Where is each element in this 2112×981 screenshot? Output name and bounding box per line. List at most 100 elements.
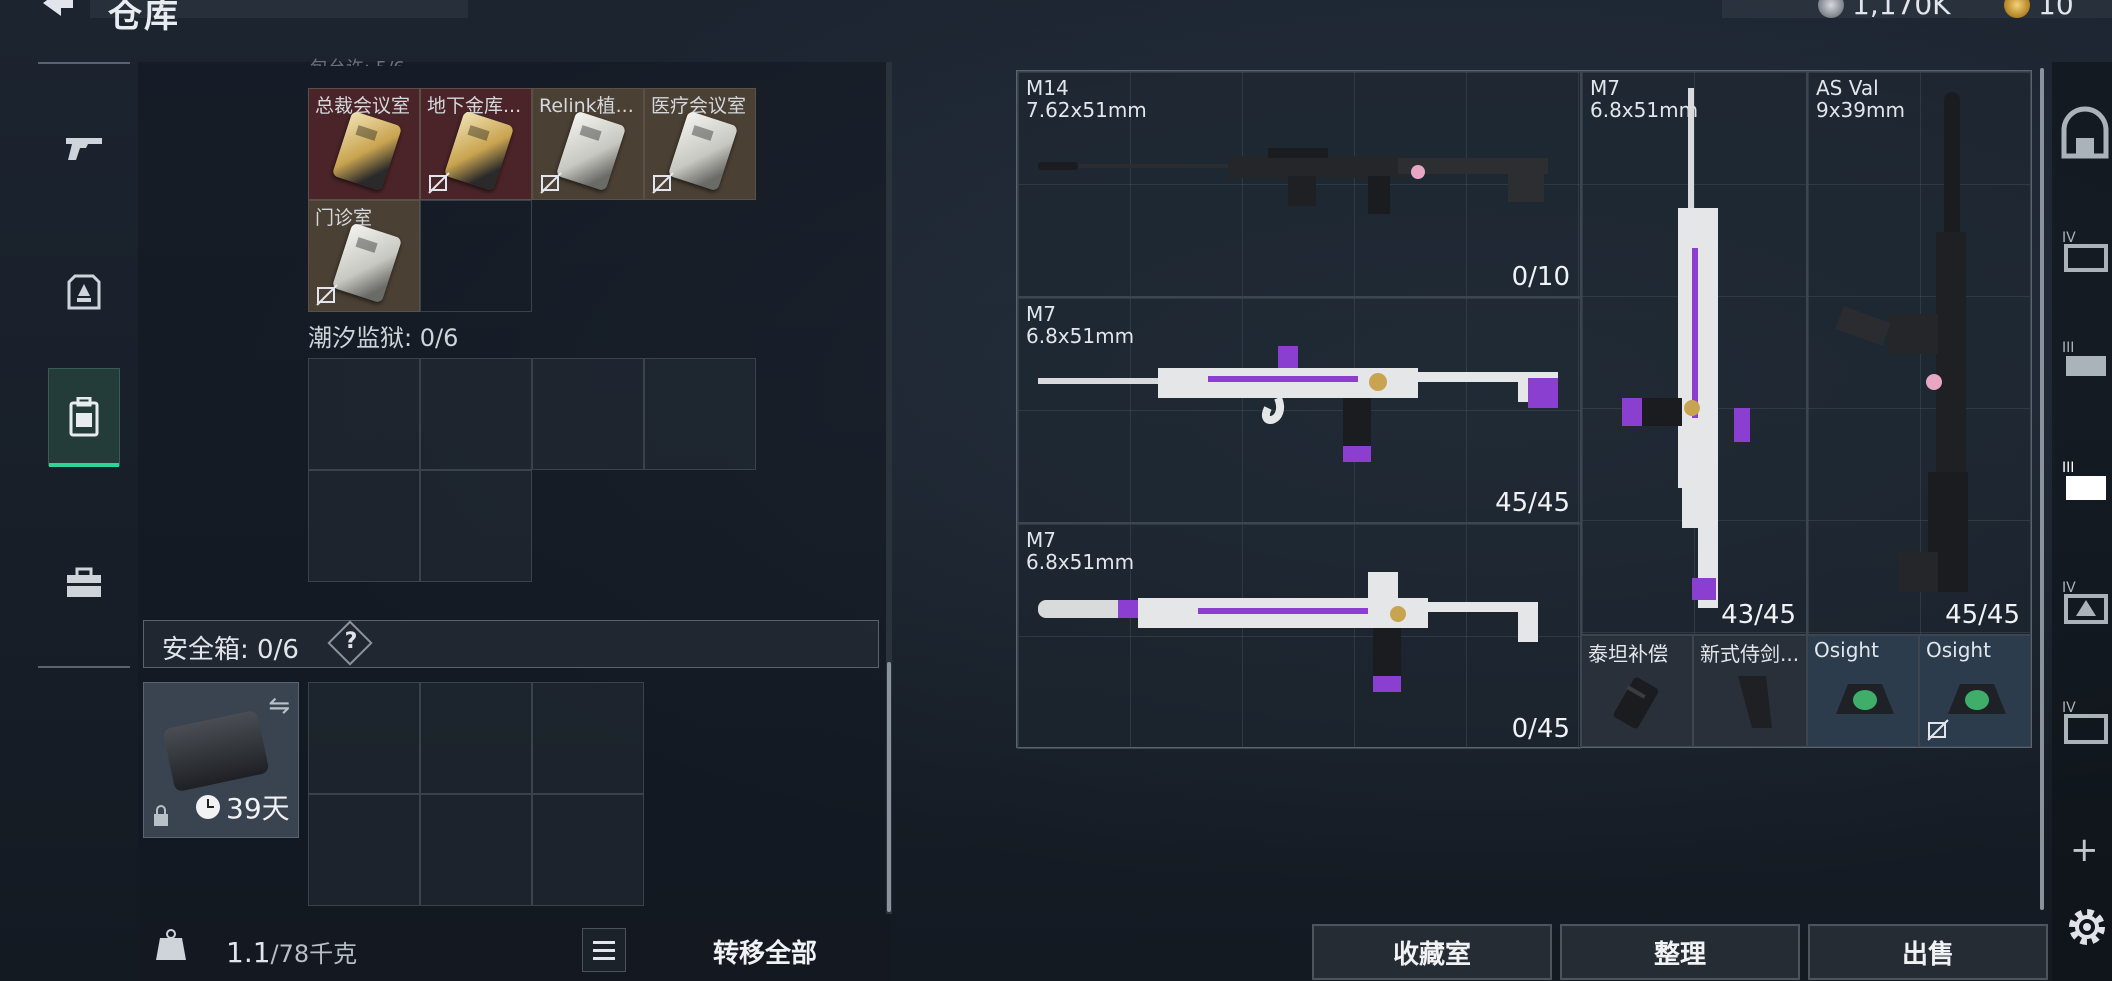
empty-slot[interactable] (308, 794, 420, 906)
attachment-slot[interactable]: Osight (1807, 635, 1919, 747)
safe-box-header: 安全箱: 0/6 ? (143, 620, 879, 668)
back-button[interactable] (38, 0, 78, 20)
empty-slot[interactable] (532, 682, 644, 794)
attachment-name: 泰坦补偿 (1588, 642, 1668, 666)
weapon-slot-as-val[interactable]: AS Val 9x39mm 45/45 (1807, 71, 2031, 635)
muzzle-brake-icon (1613, 677, 1659, 729)
page-title: 仓库 (108, 0, 180, 36)
key-name: 总裁会议室 (315, 95, 411, 117)
storage-tier-3-active-icon[interactable]: III (2060, 452, 2110, 512)
empty-slot[interactable] (308, 358, 420, 470)
svg-text:IV: IV (2062, 580, 2076, 596)
empty-slot[interactable] (532, 794, 644, 906)
currency-silver[interactable]: 1,170K (1818, 0, 1951, 21)
help-button[interactable]: ? (340, 629, 362, 654)
rifle-icon-vertical (1835, 92, 1968, 592)
empty-slot[interactable] (532, 358, 644, 470)
gold-coin-icon (2004, 0, 2030, 18)
storage-tier-4b-icon[interactable]: IV (2060, 572, 2110, 632)
rifle-icon-vertical (1622, 88, 1750, 608)
svg-text:III: III (2062, 340, 2074, 356)
key-name: 医疗会议室 (651, 95, 747, 117)
gear-icon[interactable] (2064, 904, 2110, 950)
organize-button[interactable]: 整理 (1560, 924, 1800, 980)
weapon-ammo: 0/10 (1511, 262, 1570, 292)
empty-slot[interactable] (644, 358, 756, 470)
weapon-ammo: 43/45 (1721, 600, 1796, 630)
weapon-slot-m14[interactable]: M14 7.62x51mm 0/10 (1017, 71, 1581, 297)
storage-tier-3-icon[interactable]: III (2060, 332, 2110, 392)
backpack-icon (69, 397, 99, 437)
attachment-slot[interactable]: 泰坦补偿 (1581, 635, 1693, 747)
nav-armor[interactable] (48, 244, 120, 342)
weapon-ammo: 0/45 (1511, 714, 1570, 744)
weapon-icon (66, 138, 102, 160)
stash-icon[interactable] (2060, 106, 2110, 166)
empty-slot[interactable] (420, 794, 532, 906)
weapon-ammo: 45/45 (1495, 488, 1570, 518)
weapon-ammo: 45/45 (1945, 600, 2020, 630)
nav-backpack[interactable] (48, 368, 120, 467)
clock-icon (196, 795, 220, 819)
safe-box-label: 安全箱: 0/6 (162, 635, 299, 665)
sell-button[interactable]: 出售 (1808, 924, 2048, 980)
attachment-name: Osight (1814, 638, 1879, 662)
key-card-cell[interactable]: 医疗会议室 (644, 88, 756, 200)
untradeable-icon (1927, 719, 1949, 741)
nav-weapon[interactable] (48, 98, 120, 196)
empty-slot[interactable] (420, 682, 532, 794)
weapon-slot-m7[interactable]: M7 6.8x51mm 45/45 (1017, 297, 1581, 523)
weapons-scrollbar[interactable] (2040, 68, 2044, 910)
attachment-slot[interactable]: 新式侍剑... (1693, 635, 1807, 747)
key-card-cell[interactable]: 门诊室 (308, 200, 420, 312)
empty-slot[interactable] (420, 358, 532, 470)
grip-icon (1738, 676, 1772, 728)
swap-icon[interactable]: ⇋ (268, 691, 290, 721)
weapons-panel: M14 7.62x51mm 0/10 M7 6.8x51mm 45/45 M7 … (1016, 70, 2032, 749)
keycard-icon (555, 110, 627, 192)
safe-case-timer: 39天 (196, 787, 290, 827)
left-nav (38, 62, 130, 668)
tidal-prison-label: 潮汐监狱: 0/6 (308, 324, 459, 352)
weapon-caliber: 7.62x51mm (1026, 98, 1147, 122)
toolbox-icon (67, 567, 101, 597)
list-view-button[interactable] (582, 928, 626, 972)
storage-scrollbar-thumb[interactable] (887, 662, 891, 912)
rifle-icon (1038, 346, 1558, 462)
untradeable-icon (540, 172, 562, 194)
collection-room-button[interactable]: 收藏室 (1312, 924, 1552, 980)
key-card-cell[interactable]: Relink植... (532, 88, 644, 200)
key-card-cell[interactable]: 地下金库... (420, 88, 532, 200)
key-card-cell[interactable]: 总裁会议室 (308, 88, 420, 200)
empty-slot[interactable] (420, 470, 532, 582)
attachment-name: 新式侍剑... (1700, 642, 1800, 666)
currency-gold[interactable]: 10 (2004, 0, 2074, 21)
attachment-name: Osight (1926, 638, 1991, 662)
svg-text:IV: IV (2062, 700, 2076, 716)
carry-weight: 1.1/78千克 (226, 934, 357, 969)
empty-slot[interactable] (308, 470, 420, 582)
empty-slot[interactable] (420, 200, 532, 312)
optic-sight-icon (1948, 684, 2006, 714)
key-name: Relink植... (539, 95, 634, 117)
safe-case-icon (162, 709, 270, 793)
keycard-icon (331, 222, 403, 304)
storage-tier-4-icon[interactable]: IV (2060, 222, 2110, 282)
empty-slot[interactable] (308, 682, 420, 794)
nav-toolbox[interactable] (48, 534, 120, 632)
attachment-slot[interactable]: Osight (1919, 635, 2031, 747)
currency-gold-value: 10 (2038, 0, 2074, 21)
weapon-slot-m7[interactable]: M7 6.8x51mm 0/45 (1017, 523, 1581, 749)
svg-text:III: III (2062, 460, 2074, 476)
silver-coin-icon (1818, 0, 1844, 18)
svg-text:IV: IV (2062, 230, 2076, 246)
lock-icon (154, 805, 168, 826)
keycard-icon (331, 110, 403, 192)
storage-tier-4c-icon[interactable]: IV (2060, 692, 2110, 752)
add-storage-button[interactable]: + (2070, 830, 2099, 870)
untradeable-icon (428, 172, 450, 194)
weapon-slot-m7-vertical[interactable]: M7 6.8x51mm 43/45 (1581, 71, 1807, 635)
safe-case-item[interactable]: ⇋ 39天 (143, 682, 299, 838)
weight-value: 1.1 (226, 936, 271, 969)
transfer-all-button[interactable]: 转移全部 (680, 928, 850, 974)
